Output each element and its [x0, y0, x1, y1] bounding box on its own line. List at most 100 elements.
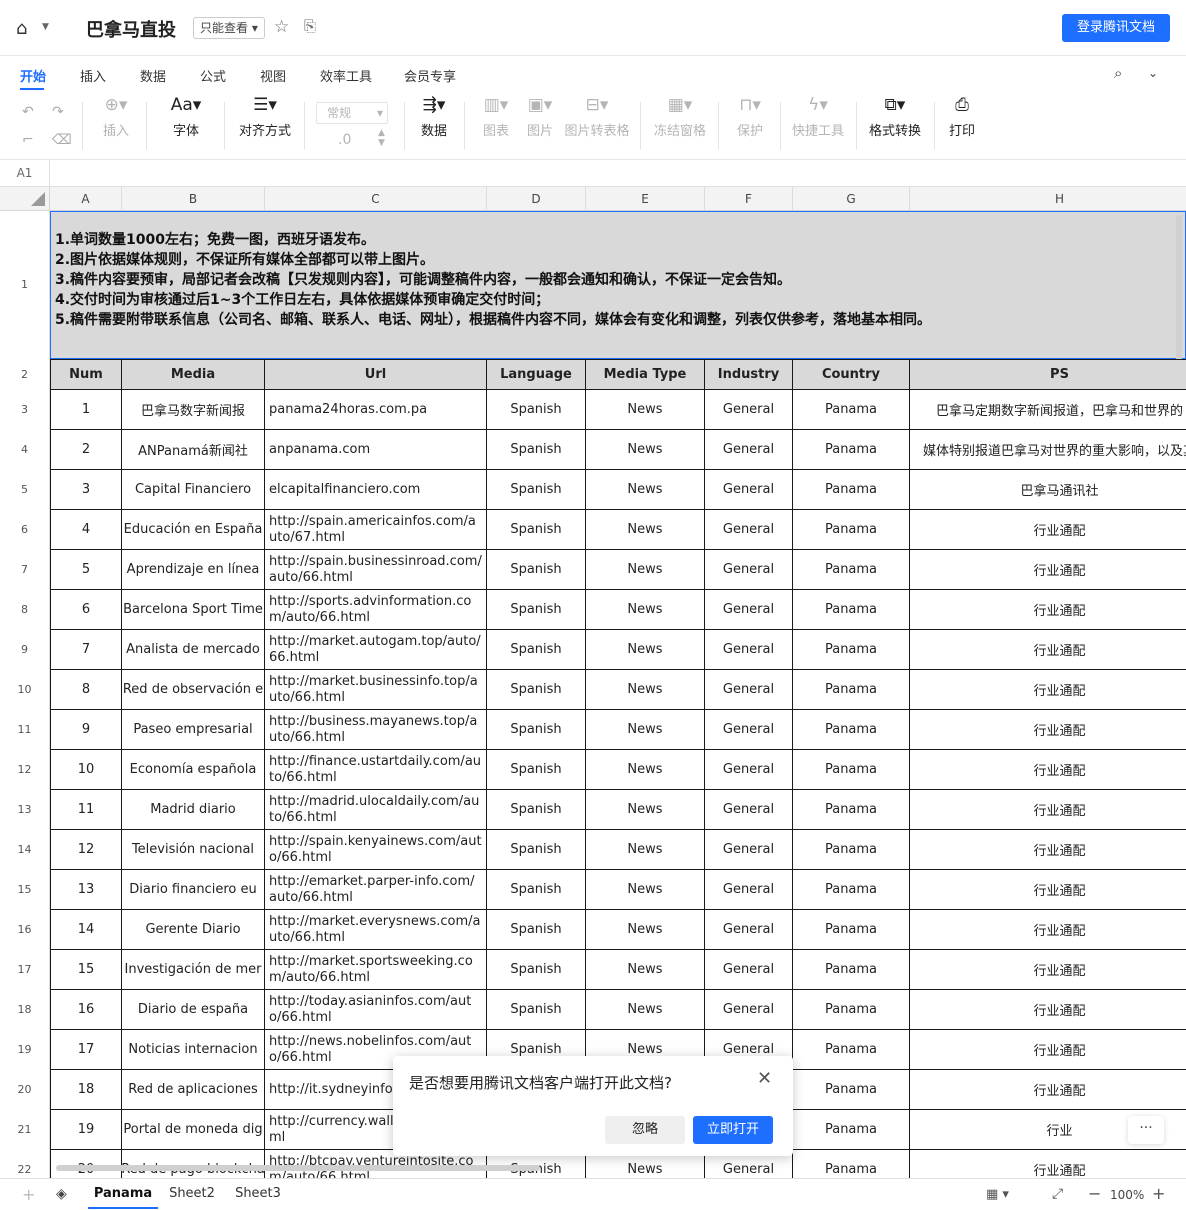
- cell-language[interactable]: Spanish: [487, 990, 586, 1030]
- quick-tools-button[interactable]: ϟ▾ 快捷工具: [790, 92, 846, 139]
- row-header[interactable]: 17: [0, 950, 50, 990]
- cell-media[interactable]: Aprendizaje en línea: [122, 550, 265, 590]
- protect-button[interactable]: ⊓▾ 保护: [730, 92, 770, 139]
- cell-ps[interactable]: 行业通配: [910, 590, 1186, 630]
- row-header[interactable]: 15: [0, 870, 50, 910]
- column-header[interactable]: F: [705, 187, 793, 211]
- cell-industry[interactable]: General: [705, 870, 793, 910]
- header-cell-language[interactable]: Language: [487, 359, 586, 390]
- row-header[interactable]: 19: [0, 1030, 50, 1070]
- undo-icon[interactable]: ↶: [22, 104, 34, 120]
- zoom-level[interactable]: 100%: [1110, 1188, 1144, 1202]
- cell-num[interactable]: 16: [50, 990, 122, 1030]
- cell-country[interactable]: Panama: [793, 1110, 910, 1150]
- cell-media[interactable]: Paseo empresarial: [122, 710, 265, 750]
- cell-num[interactable]: 19: [50, 1110, 122, 1150]
- column-header[interactable]: B: [122, 187, 265, 211]
- cell-country[interactable]: Panama: [793, 590, 910, 630]
- cell-url[interactable]: anpanama.com: [265, 430, 487, 470]
- cell-num[interactable]: 2: [50, 430, 122, 470]
- cell-num[interactable]: 17: [50, 1030, 122, 1070]
- row-header[interactable]: 10: [0, 670, 50, 710]
- cell-url[interactable]: http://market.sportsweeking.com/auto/66.…: [265, 950, 487, 990]
- cell-country[interactable]: Panama: [793, 1030, 910, 1070]
- header-cell-num[interactable]: Num: [50, 359, 122, 390]
- tab-insert[interactable]: 插入: [80, 66, 106, 85]
- sheet-list-icon[interactable]: ◈: [56, 1186, 67, 1202]
- cell-language[interactable]: Spanish: [487, 790, 586, 830]
- cell-url[interactable]: http://market.autogam.top/auto/66.html: [265, 630, 487, 670]
- cell-num[interactable]: 9: [50, 710, 122, 750]
- row-header[interactable]: 12: [0, 750, 50, 790]
- more-icon[interactable]: ···: [1128, 1116, 1164, 1144]
- cell-media-type[interactable]: News: [586, 510, 705, 550]
- header-cell-country[interactable]: Country: [793, 359, 910, 390]
- cell-url[interactable]: http://emarket.parper-info.com/auto/66.h…: [265, 870, 487, 910]
- cell-media[interactable]: Red de observación e: [122, 670, 265, 710]
- cell-language[interactable]: Spanish: [487, 430, 586, 470]
- row-header[interactable]: 2: [0, 359, 50, 390]
- cell-language[interactable]: Spanish: [487, 750, 586, 790]
- cell-language[interactable]: Spanish: [487, 550, 586, 590]
- login-button[interactable]: 登录腾讯文档: [1062, 14, 1170, 42]
- cell-media-type[interactable]: News: [586, 550, 705, 590]
- cell-media[interactable]: Gerente Diario: [122, 910, 265, 950]
- cell-language[interactable]: Spanish: [487, 590, 586, 630]
- cell-country[interactable]: Panama: [793, 870, 910, 910]
- cell-media-type[interactable]: News: [586, 470, 705, 510]
- cell-url[interactable]: http://business.mayanews.top/auto/66.htm…: [265, 710, 487, 750]
- cell-num[interactable]: 3: [50, 470, 122, 510]
- cell-ps[interactable]: 行业通配: [910, 910, 1186, 950]
- row-header[interactable]: 4: [0, 430, 50, 470]
- cell-country[interactable]: Panama: [793, 790, 910, 830]
- data-button[interactable]: ⇶▾ 数据: [414, 92, 454, 139]
- cell-media[interactable]: Economía española: [122, 750, 265, 790]
- cell-country[interactable]: Panama: [793, 950, 910, 990]
- cell-num[interactable]: 10: [50, 750, 122, 790]
- cell-ps[interactable]: 行业通配: [910, 830, 1186, 870]
- row-header[interactable]: 16: [0, 910, 50, 950]
- tab-efficiency-tools[interactable]: 效率工具: [320, 66, 372, 85]
- chevron-down-icon[interactable]: ⌄: [1148, 66, 1158, 80]
- row-header[interactable]: 18: [0, 990, 50, 1030]
- tab-formula[interactable]: 公式: [200, 66, 226, 85]
- cell-language[interactable]: Spanish: [487, 510, 586, 550]
- select-all-corner[interactable]: [0, 187, 50, 211]
- cell-media-type[interactable]: News: [586, 590, 705, 630]
- cell-industry[interactable]: General: [705, 470, 793, 510]
- column-header[interactable]: G: [793, 187, 910, 211]
- cell-ps[interactable]: 行业通配: [910, 990, 1186, 1030]
- cell-ps[interactable]: 巴拿马通讯社: [910, 470, 1186, 510]
- cell-num[interactable]: 7: [50, 630, 122, 670]
- cell-media[interactable]: Televisión nacional: [122, 830, 265, 870]
- row-header[interactable]: 3: [0, 390, 50, 430]
- cell-ps[interactable]: 行业通配: [910, 870, 1186, 910]
- cell-media[interactable]: Barcelona Sport Time: [122, 590, 265, 630]
- cell-media-type[interactable]: News: [586, 910, 705, 950]
- cell-media-type[interactable]: News: [586, 710, 705, 750]
- row-header[interactable]: 20: [0, 1070, 50, 1110]
- row-header[interactable]: 14: [0, 830, 50, 870]
- cell-industry[interactable]: General: [705, 590, 793, 630]
- home-icon[interactable]: ⌂: [16, 18, 27, 39]
- row-header[interactable]: 8: [0, 590, 50, 630]
- cell-url[interactable]: elcapitalfinanciero.com: [265, 470, 487, 510]
- cell-language[interactable]: Spanish: [487, 670, 586, 710]
- sheet-tab-sheet2[interactable]: Sheet2: [160, 1179, 224, 1209]
- cell-language[interactable]: Spanish: [487, 830, 586, 870]
- cell-media[interactable]: Diario financiero eu: [122, 870, 265, 910]
- insert-button[interactable]: ⊕▾ 插入: [96, 92, 136, 139]
- cell-country[interactable]: Panama: [793, 990, 910, 1030]
- cell-language[interactable]: Spanish: [487, 910, 586, 950]
- cell-country[interactable]: Panama: [793, 550, 910, 590]
- column-header[interactable]: H: [910, 187, 1186, 211]
- cell-language[interactable]: Spanish: [487, 470, 586, 510]
- cell-media[interactable]: 巴拿马数字新闻报: [122, 390, 265, 430]
- cell-industry[interactable]: General: [705, 790, 793, 830]
- eraser-icon[interactable]: ⌫: [52, 132, 72, 148]
- cell-media-type[interactable]: News: [586, 670, 705, 710]
- cell-ps[interactable]: 行业通配: [910, 670, 1186, 710]
- cell-country[interactable]: Panama: [793, 630, 910, 670]
- cell-ps[interactable]: 行业通配: [910, 710, 1186, 750]
- cell-industry[interactable]: General: [705, 430, 793, 470]
